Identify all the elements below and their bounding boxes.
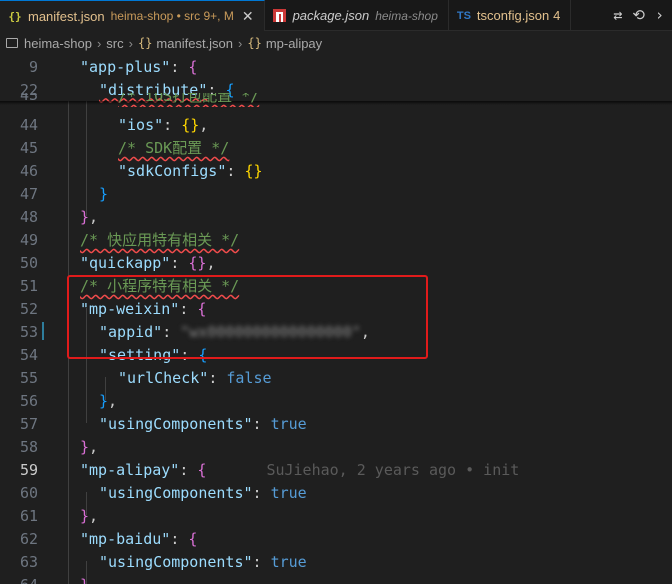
code-line: 49 /* 快应用特有相关 */ <box>0 228 672 251</box>
line-number: 56 <box>19 391 38 410</box>
problems-badge: 4 <box>553 8 561 23</box>
editor-actions: ⇄ ⟲ › <box>605 0 672 30</box>
line-number: 44 <box>19 115 38 134</box>
code-line: 58 }, <box>0 435 672 458</box>
line-number: 50 <box>19 253 38 272</box>
code-line-current: 59 "mp-alipay": {SuJiehao, 2 years ago •… <box>0 458 672 481</box>
tab-label: tsconfig.json <box>476 8 550 23</box>
code-line: 45 /* SDK配置 */ <box>0 136 672 159</box>
line-number: 63 <box>19 552 38 571</box>
code-line: 63 "usingComponents": true <box>0 550 672 573</box>
tab-package-json[interactable]: package.json heima-shop <box>265 0 449 31</box>
line-number: 57 <box>19 414 38 433</box>
code-line: 64 } <box>0 573 672 584</box>
line-number: 46 <box>19 161 38 180</box>
breadcrumb-root[interactable]: heima-shop <box>24 36 92 51</box>
line-number: 45 <box>19 138 38 157</box>
line-number: 55 <box>19 368 38 387</box>
line-number: 49 <box>19 230 38 249</box>
code-line: 48 }, <box>0 205 672 228</box>
line-number: 61 <box>19 506 38 525</box>
git-blame-annotation: SuJiehao, 2 years ago • init <box>266 460 520 479</box>
tab-label: manifest.json <box>28 8 105 24</box>
breadcrumb-file[interactable]: manifest.json <box>156 36 233 51</box>
breadcrumb-symbol[interactable]: mp-alipay <box>266 36 322 51</box>
code-line: 55 "urlCheck": false <box>0 366 672 389</box>
more-actions-icon[interactable]: › <box>655 6 664 24</box>
tab-tsconfig-json[interactable]: TS tsconfig.json 4 <box>449 0 572 31</box>
json-braces-icon: {} <box>137 36 153 50</box>
code-line: 50 "quickapp": {}, <box>0 251 672 274</box>
line-number: 43 <box>19 93 38 104</box>
breadcrumb: heima-shop › src › {} manifest.json › {}… <box>0 31 672 55</box>
code-line: 56 }, <box>0 389 672 412</box>
line-number: 47 <box>19 184 38 203</box>
close-icon[interactable]: ✕ <box>242 8 254 25</box>
tab-label: package.json <box>292 8 370 23</box>
code-line: 46 "sdkConfigs": {} <box>0 159 672 182</box>
folder-icon <box>6 38 18 48</box>
code-editor[interactable]: 9 "app-plus": { 22 "distribute": { 43 /*… <box>0 55 672 584</box>
code-line: 60 "usingComponents": true <box>0 481 672 504</box>
code-line: 57 "usingComponents": true <box>0 412 672 435</box>
chevron-right-icon: › <box>128 35 133 51</box>
chevron-right-icon: › <box>96 35 102 51</box>
line-number: 60 <box>19 483 38 502</box>
line-number: 62 <box>19 529 38 548</box>
code-line: 62 "mp-baidu": { <box>0 527 672 550</box>
breadcrumb-folder[interactable]: src <box>106 36 123 51</box>
code-line: 47 } <box>0 182 672 205</box>
line-number: 48 <box>19 207 38 226</box>
chevron-right-icon: › <box>238 35 243 51</box>
annotation-highlight-box <box>67 275 428 359</box>
ts-icon: TS <box>456 9 471 22</box>
code-line: 44 "ios": {}, <box>0 113 672 136</box>
json-braces-icon: {} <box>8 9 22 23</box>
editor-tab-bar: {} manifest.json heima-shop • src 9+, M … <box>0 0 672 31</box>
json-object-icon: {} <box>247 36 262 50</box>
line-number: 52 <box>19 299 38 318</box>
source-control-compare-icon[interactable]: ⇄ <box>613 6 622 24</box>
tab-manifest-json[interactable]: {} manifest.json heima-shop • src 9+, M … <box>0 0 265 31</box>
line-number: 9 <box>28 57 38 76</box>
line-number: 53 <box>19 322 38 341</box>
line-number: 54 <box>19 345 38 364</box>
line-number: 51 <box>19 276 38 295</box>
code-line: 9 "app-plus": { <box>0 55 672 78</box>
line-number: 64 <box>0 576 38 584</box>
tab-description: heima-shop <box>375 8 438 23</box>
npm-icon <box>273 9 287 23</box>
code-line: 43 /* iOS打包配置 */ <box>0 93 672 107</box>
open-changes-icon[interactable]: ⟲ <box>632 6 645 24</box>
line-number: 58 <box>19 437 38 456</box>
code-line: 61 }, <box>0 504 672 527</box>
tab-description: heima-shop • src 9+, M <box>110 9 234 23</box>
line-number: 59 <box>19 460 38 479</box>
